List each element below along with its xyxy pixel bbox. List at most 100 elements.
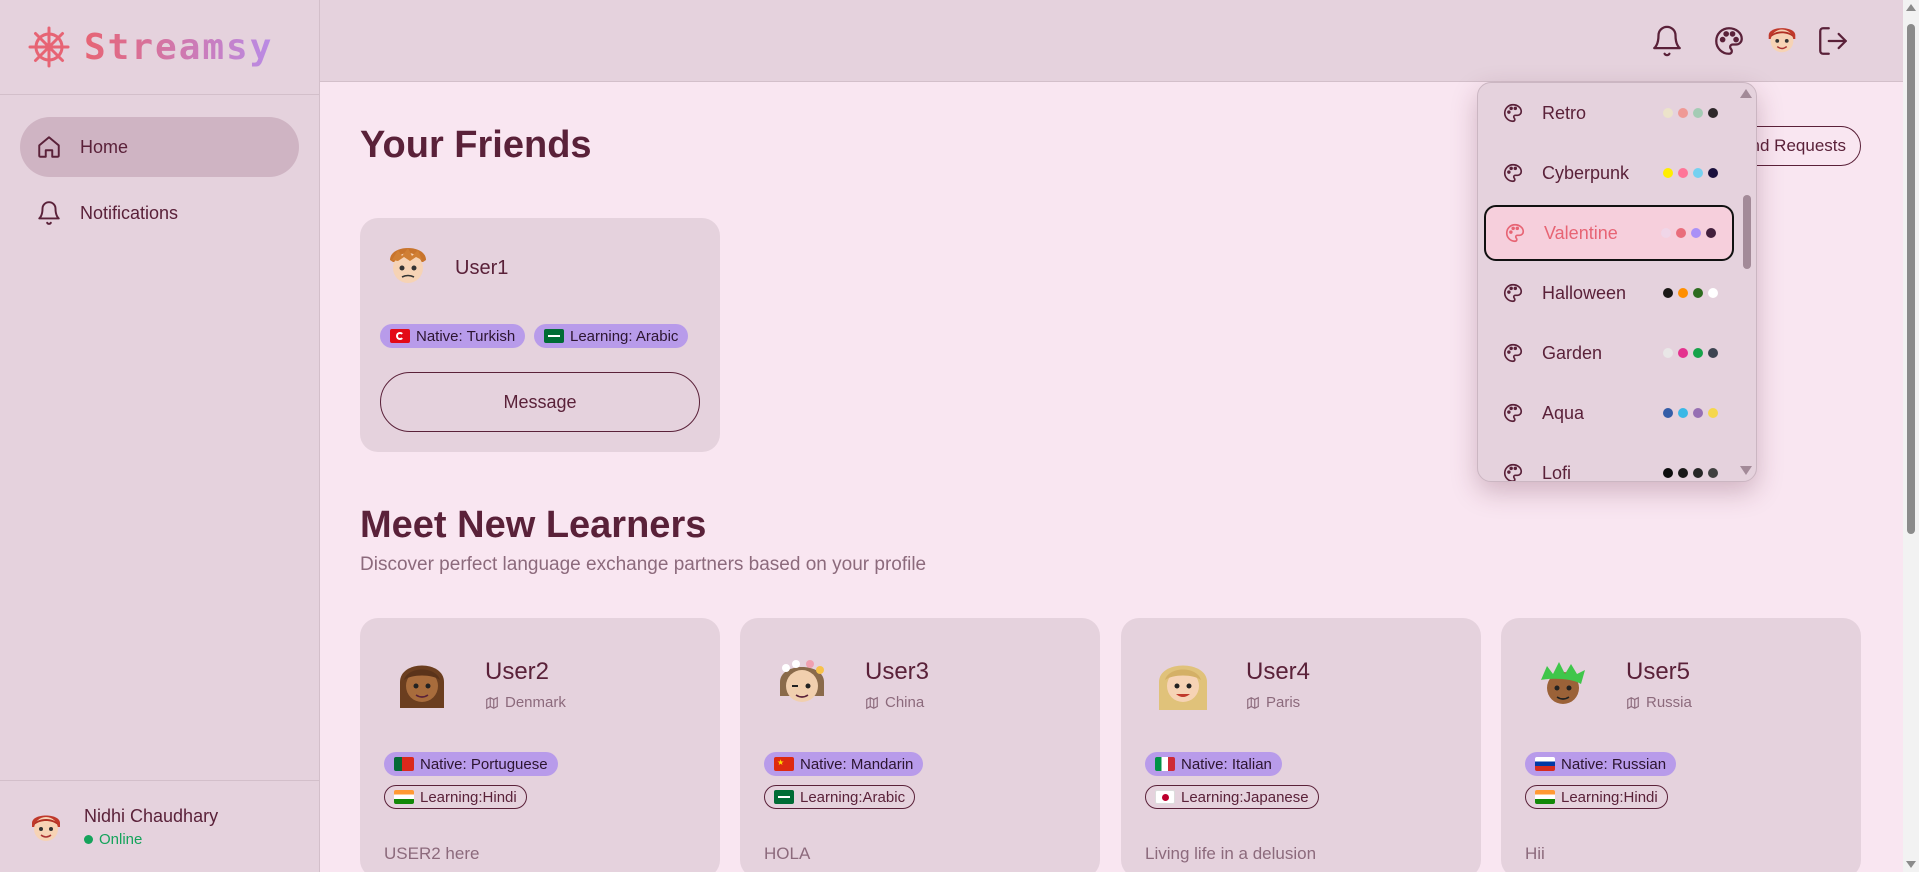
flag-saudi-icon	[774, 790, 794, 804]
learner-name: User2	[485, 658, 550, 685]
learner-card: User4 Paris Native: Italian Learning:Jap…	[1121, 618, 1481, 872]
learner-name: User4	[1246, 658, 1311, 685]
learning-language-badge: Learning: Arabic	[534, 324, 689, 348]
flag-saudi-icon	[544, 329, 564, 343]
avatar[interactable]	[1763, 20, 1801, 58]
theme-option-label: Lofi	[1542, 462, 1572, 482]
location-label: China	[885, 694, 925, 711]
color-swatch	[1708, 468, 1718, 478]
palette-icon	[1504, 283, 1523, 303]
theme-swatches	[1663, 408, 1718, 418]
color-swatch	[1706, 228, 1716, 238]
color-swatch	[1663, 468, 1673, 478]
native-language-label: Native: Italian	[1181, 755, 1272, 773]
status-badge: Online	[84, 831, 218, 848]
color-swatch	[1708, 108, 1718, 118]
dropdown-scroll-up-icon[interactable]	[1740, 89, 1752, 98]
color-swatch	[1661, 228, 1671, 238]
theme-option-valentine[interactable]: Valentine	[1484, 205, 1734, 261]
color-swatch	[1708, 348, 1718, 358]
learning-language-label: Learning:Hindi	[420, 788, 517, 806]
learner-name: User3	[865, 658, 930, 685]
bell-icon	[38, 201, 60, 225]
color-swatch	[1678, 168, 1688, 178]
color-swatch	[1708, 168, 1718, 178]
theme-option-lofi[interactable]: Lofi	[1484, 445, 1734, 482]
palette-icon	[1504, 463, 1523, 481]
learning-language-label: Learning:Arabic	[800, 788, 906, 806]
palette-icon[interactable]	[1712, 24, 1746, 58]
map-icon	[1247, 696, 1259, 709]
sidebar-item-notifications[interactable]: Notifications	[20, 183, 299, 243]
sidebar-item-label: Home	[80, 136, 129, 157]
native-language-badge: Native: Russian	[1525, 752, 1677, 776]
avatar	[1541, 662, 1585, 704]
native-language-badge: Native: Turkish	[380, 324, 526, 348]
learning-language-label: Learning: Arabic	[570, 327, 679, 345]
learning-language-badge: Learning:Arabic	[764, 785, 916, 809]
theme-option-label: Retro	[1542, 102, 1587, 123]
flag-portugal-icon	[394, 757, 414, 771]
location-label: Denmark	[505, 694, 566, 711]
logout-icon[interactable]	[1816, 24, 1850, 58]
ship-wheel-icon	[28, 26, 70, 68]
color-swatch	[1708, 288, 1718, 298]
learner-bio: USER2 here	[384, 844, 480, 863]
flag-japan-icon	[1155, 790, 1175, 804]
palette-icon	[1506, 223, 1525, 243]
theme-option-garden[interactable]: Garden	[1484, 325, 1734, 381]
sidebar-nav: Home Notifications	[0, 95, 319, 271]
palette-icon	[1504, 343, 1523, 363]
theme-swatches	[1663, 168, 1718, 178]
map-icon	[486, 696, 498, 709]
theme-swatches	[1663, 348, 1718, 358]
color-swatch	[1693, 168, 1703, 178]
learner-location: Paris	[1246, 694, 1300, 711]
learning-language-label: Learning:Japanese	[1181, 788, 1309, 806]
learning-language-badge: Learning:Hindi	[1525, 785, 1668, 809]
dropdown-scrollbar-thumb[interactable]	[1743, 195, 1751, 269]
brand[interactable]: Streamsy	[0, 0, 319, 95]
flag-turkey-icon	[390, 329, 410, 343]
page-scrollbar[interactable]	[1903, 0, 1919, 872]
avatar	[32, 815, 60, 841]
user-name: Nidhi Chaudhary	[84, 805, 219, 826]
theme-option-aqua[interactable]: Aqua	[1484, 385, 1734, 441]
bell-icon[interactable]	[1650, 24, 1684, 58]
native-language-label: Native: Russian	[1561, 755, 1667, 773]
message-button[interactable]: Message	[380, 372, 700, 432]
color-swatch	[1693, 108, 1703, 118]
color-swatch	[1663, 108, 1673, 118]
native-language-badge: ★ Native: Mandarin	[764, 752, 924, 776]
color-swatch	[1678, 468, 1688, 478]
flag-russia-icon	[1535, 757, 1555, 771]
native-language-badge: Native: Portuguese	[384, 752, 558, 776]
learner-location: Russia	[1626, 694, 1692, 711]
color-swatch	[1693, 288, 1703, 298]
location-label: Russia	[1646, 694, 1692, 711]
avatar	[400, 665, 444, 708]
learning-language-label: Learning:Hindi	[1561, 788, 1658, 806]
avatar	[1159, 665, 1207, 710]
native-language-badge: Native: Italian	[1145, 752, 1282, 776]
color-swatch	[1693, 348, 1703, 358]
sidebar: Streamsy Home Notifications Nidhi Chaudh…	[0, 0, 320, 872]
theme-option-retro[interactable]: Retro	[1484, 85, 1734, 141]
scroll-up-icon[interactable]	[1906, 4, 1916, 11]
scroll-down-icon[interactable]	[1906, 861, 1916, 868]
flag-china-icon: ★	[774, 757, 794, 771]
learner-bio: Living life in a delusion	[1145, 844, 1317, 863]
home-icon	[38, 136, 60, 158]
status-label: Online	[99, 830, 143, 848]
color-swatch	[1708, 408, 1718, 418]
scrollbar-thumb[interactable]	[1907, 24, 1915, 534]
learner-card: User5 Russia Native: Russian Learning:Hi…	[1501, 618, 1861, 872]
native-language-label: Native: Mandarin	[800, 755, 914, 773]
flag-india-icon	[1535, 790, 1555, 804]
theme-option-label: Cyberpunk	[1542, 162, 1630, 183]
theme-option-halloween[interactable]: Halloween	[1484, 265, 1734, 321]
app-name: Streamsy	[84, 26, 274, 68]
dropdown-scroll-down-icon[interactable]	[1740, 466, 1752, 475]
sidebar-item-home[interactable]: Home	[20, 117, 299, 177]
theme-option-cyberpunk[interactable]: Cyberpunk	[1484, 145, 1734, 201]
